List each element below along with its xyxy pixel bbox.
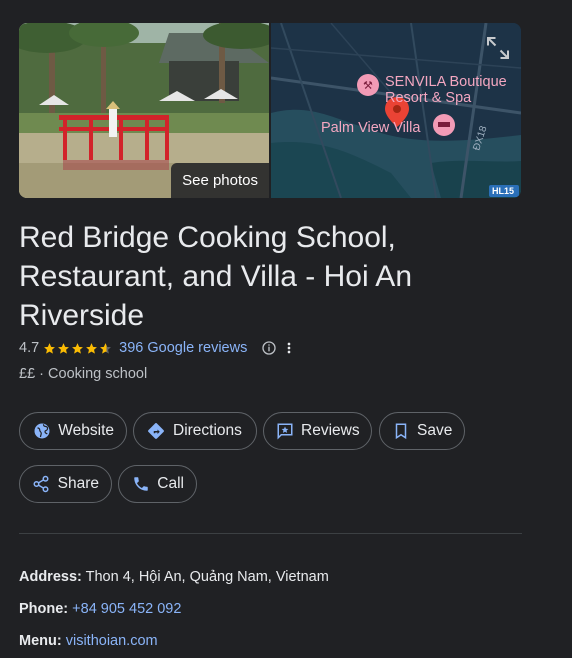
title-line-2: Restaurant, and Villa - Hoi An bbox=[19, 260, 413, 293]
phone-link[interactable]: +84 905 452 092 bbox=[72, 601, 181, 617]
rating-value: 4.7 bbox=[19, 340, 40, 356]
address-value: Thon 4, Hội An, Quảng Nam, Vietnam bbox=[85, 569, 329, 585]
divider bbox=[19, 533, 522, 534]
expand-icon[interactable] bbox=[483, 33, 513, 63]
share-icon bbox=[32, 474, 51, 494]
place-photo[interactable]: See photos bbox=[19, 23, 269, 198]
info-icon[interactable] bbox=[261, 340, 277, 356]
save-button[interactable]: Save bbox=[379, 412, 465, 450]
website-button[interactable]: Website bbox=[19, 412, 127, 450]
menu-row: Menu: visithoian.com bbox=[19, 633, 158, 649]
address-label: Address: bbox=[19, 569, 82, 585]
star-icon bbox=[72, 342, 84, 354]
share-button[interactable]: Share bbox=[19, 465, 112, 503]
menu-link[interactable]: visithoian.com bbox=[66, 633, 158, 649]
see-photos-button[interactable]: See photos bbox=[171, 163, 269, 198]
svg-text:Palm View Villa: Palm View Villa bbox=[321, 120, 421, 136]
place-meta: ££ · Cooking school bbox=[19, 366, 147, 382]
svg-text:⚒: ⚒ bbox=[363, 79, 373, 92]
directions-label: Directions bbox=[173, 422, 242, 439]
reviews-link[interactable]: 396 Google reviews bbox=[119, 340, 247, 356]
meta-separator: · bbox=[35, 366, 49, 382]
address-row: Address: Thon 4, Hội An, Quảng Nam, Viet… bbox=[19, 569, 329, 585]
website-label: Website bbox=[58, 422, 114, 439]
menu-label: Menu: bbox=[19, 633, 62, 649]
map-thumbnail[interactable]: ⚒ SENVILA Boutique Resort & Spa Palm Vie… bbox=[271, 23, 521, 198]
title-line-1: Red Bridge Cooking School, bbox=[19, 221, 396, 254]
call-label: Call bbox=[157, 475, 184, 492]
rating-row: 4.7 396 Google reviews bbox=[19, 339, 295, 357]
half-star-icon bbox=[100, 342, 112, 354]
phone-icon bbox=[131, 474, 150, 494]
star-icon bbox=[86, 342, 98, 354]
star-icon bbox=[44, 342, 56, 354]
more-vert-icon[interactable] bbox=[283, 340, 295, 356]
star-icon bbox=[58, 342, 70, 354]
svg-text:HL15: HL15 bbox=[492, 186, 514, 196]
phone-label: Phone: bbox=[19, 601, 69, 617]
media-strip: See photos ⚒ SENVILA Boutique Resort & S… bbox=[19, 23, 521, 198]
place-title: Red Bridge Cooking School, Restaurant, a… bbox=[19, 218, 519, 335]
bookmark-icon bbox=[392, 421, 410, 441]
directions-button[interactable]: Directions bbox=[133, 412, 257, 450]
price-level: ££ bbox=[19, 366, 36, 382]
reviews-label: Reviews bbox=[301, 422, 360, 439]
place-category: Cooking school bbox=[48, 366, 148, 382]
svg-text:Resort & Spa: Resort & Spa bbox=[385, 90, 472, 106]
phone-row: Phone: +84 905 452 092 bbox=[19, 601, 181, 617]
svg-text:SENVILA Boutique: SENVILA Boutique bbox=[385, 74, 507, 90]
title-line-3: Riverside bbox=[19, 299, 145, 332]
directions-icon bbox=[146, 421, 166, 441]
save-label: Save bbox=[417, 422, 453, 439]
review-icon bbox=[276, 421, 294, 441]
star-rating bbox=[43, 342, 113, 355]
reviews-button[interactable]: Reviews bbox=[263, 412, 372, 450]
globe-icon bbox=[32, 421, 51, 441]
share-label: Share bbox=[57, 475, 99, 492]
call-button[interactable]: Call bbox=[118, 465, 197, 503]
